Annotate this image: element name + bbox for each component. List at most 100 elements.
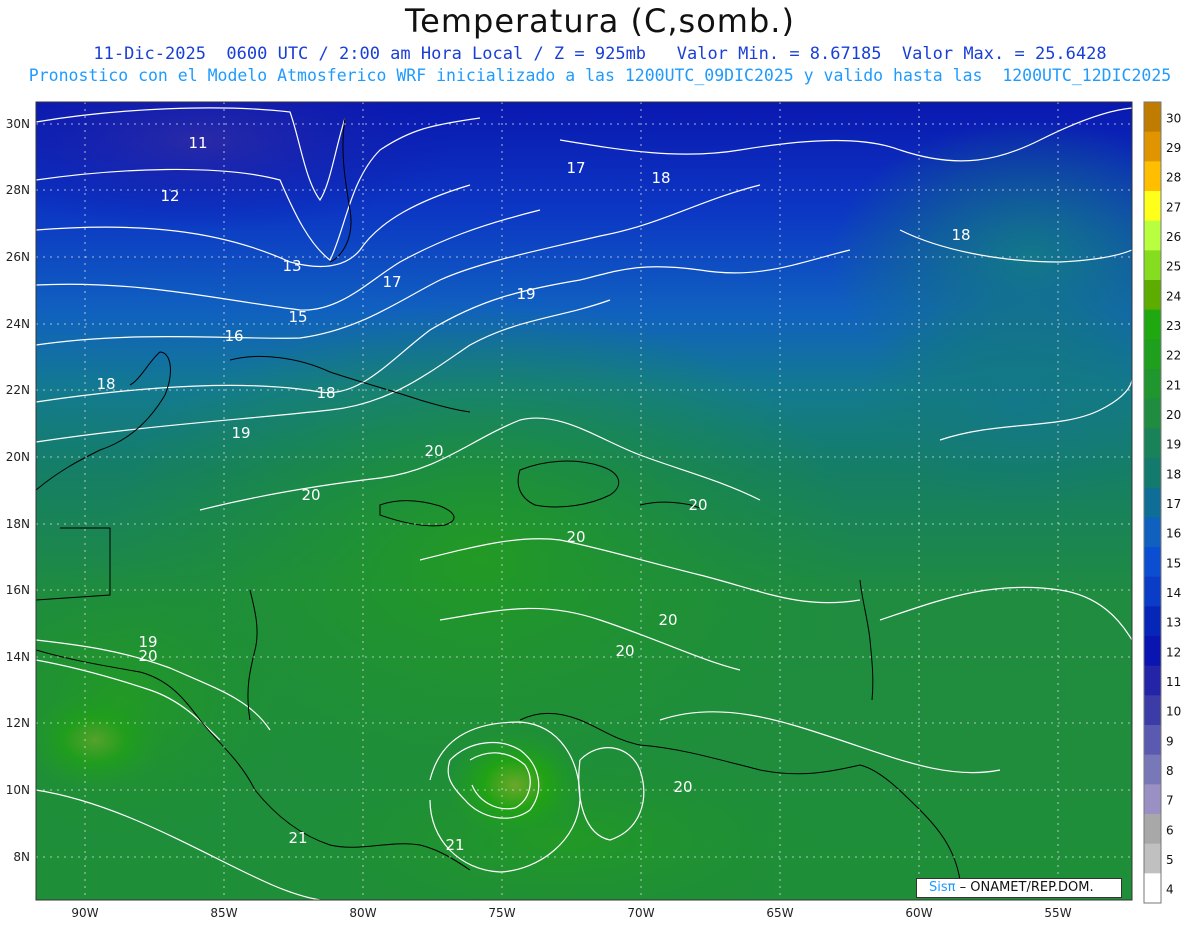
colorbar-swatch — [1144, 131, 1161, 162]
colorbar-label: 27 — [1166, 200, 1181, 214]
credit-box: Sisπ – ONAMET/REP.DOM. — [916, 878, 1122, 898]
contour-label: 20 — [615, 642, 634, 660]
colorbar-label: 13 — [1166, 616, 1181, 630]
colorbar-swatch — [1144, 814, 1161, 845]
contour-label: 18 — [951, 226, 970, 244]
colorbar-label: 21 — [1166, 378, 1181, 392]
colorbar-swatch — [1144, 873, 1161, 904]
lat-label: 30N — [6, 117, 30, 131]
colorbar-label: 10 — [1166, 705, 1181, 719]
colorbar-label: 17 — [1166, 497, 1181, 511]
colorbar-swatch — [1144, 191, 1161, 222]
colorbar-label: 12 — [1166, 645, 1181, 659]
colorbar-swatch — [1144, 843, 1161, 874]
lat-label: 28N — [6, 183, 30, 197]
contour-label: 21 — [288, 829, 307, 847]
lon-label: 70W — [627, 906, 654, 920]
colorbar-label: 20 — [1166, 408, 1181, 422]
lon-label: 90W — [71, 906, 98, 920]
colorbar-label: 5 — [1166, 853, 1174, 867]
contour-label: 20 — [566, 528, 585, 546]
contour-label: 20 — [673, 778, 692, 796]
colorbar-swatch — [1144, 220, 1161, 251]
colorbar-swatch — [1144, 250, 1161, 281]
colorbar-swatch — [1144, 636, 1161, 667]
colorbar-swatch — [1144, 280, 1161, 311]
colorbar-label: 30 — [1166, 111, 1181, 125]
colorbar-label: 15 — [1166, 556, 1181, 570]
colorbar-swatch — [1144, 547, 1161, 578]
contour-label: 17 — [382, 273, 401, 291]
contour-label: 20 — [301, 486, 320, 504]
contour-label: 19 — [516, 285, 535, 303]
latitude-axis: 30N 28N 26N 24N 22N 20N 18N 16N 14N 12N … — [6, 117, 30, 864]
colorbar-label: 14 — [1166, 586, 1181, 600]
lat-label: 20N — [6, 450, 30, 464]
colorbar-label: 28 — [1166, 171, 1181, 185]
lat-label: 16N — [6, 583, 30, 597]
colorbar: 30 29 28 27 26 25 24 23 22 21 20 19 18 17 16 15 14 13 12 11… — [1143, 101, 1181, 904]
colorbar-swatch — [1144, 102, 1161, 133]
colorbar-label: 23 — [1166, 319, 1181, 333]
colorbar-label: 6 — [1166, 823, 1174, 837]
contour-label: 20 — [138, 647, 157, 665]
colorbar-label: 11 — [1166, 675, 1181, 689]
colorbar-swatch — [1144, 161, 1161, 192]
colorbar-swatch — [1144, 309, 1161, 340]
colorbar-swatch — [1144, 517, 1161, 548]
contour-label: 12 — [160, 187, 179, 205]
contour-label: 19 — [231, 424, 250, 442]
colorbar-label: 29 — [1166, 141, 1181, 155]
sispi-logo-text: Sisπ — [929, 880, 956, 895]
colorbar-swatch — [1144, 725, 1161, 756]
map-field — [36, 102, 1132, 900]
lat-label: 8N — [13, 850, 30, 864]
colorbar-label: 19 — [1166, 438, 1181, 452]
lat-label: 22N — [6, 383, 30, 397]
contour-label: 16 — [224, 327, 243, 345]
colorbar-label: 26 — [1166, 230, 1181, 244]
contour-label: 15 — [288, 308, 307, 326]
temperature-map: 30N 28N 26N 24N 22N 20N 18N 16N 14N 12N … — [6, 101, 1181, 920]
colorbar-swatch — [1144, 576, 1161, 607]
lat-label: 10N — [6, 783, 30, 797]
colorbar-label: 7 — [1166, 794, 1174, 808]
contour-label: 18 — [316, 384, 335, 402]
lon-label: 85W — [210, 906, 237, 920]
contour-label: 20 — [658, 611, 677, 629]
colorbar-label: 25 — [1166, 260, 1181, 274]
lat-label: 26N — [6, 250, 30, 264]
colorbar-swatch — [1144, 487, 1161, 518]
contour-label: 18 — [651, 169, 670, 187]
colorbar-swatch — [1144, 754, 1161, 785]
colorbar-swatch — [1144, 398, 1161, 429]
colorbar-swatch — [1144, 458, 1161, 489]
colorbar-swatch — [1144, 369, 1161, 400]
lat-label: 24N — [6, 317, 30, 331]
lon-label: 65W — [766, 906, 793, 920]
contour-label: 20 — [688, 496, 707, 514]
colorbar-label: 8 — [1166, 764, 1174, 778]
colorbar-swatch — [1144, 784, 1161, 815]
credit-text: – ONAMET/REP.DOM. — [955, 880, 1094, 895]
lat-label: 14N — [6, 650, 30, 664]
lon-label: 75W — [488, 906, 515, 920]
contour-label: 11 — [188, 134, 207, 152]
colorbar-label: 4 — [1166, 883, 1174, 897]
contour-label: 20 — [424, 442, 443, 460]
contour-label: 18 — [96, 375, 115, 393]
lon-label: 55W — [1044, 906, 1071, 920]
colorbar-swatch — [1144, 606, 1161, 637]
colorbar-label: 18 — [1166, 467, 1181, 481]
lat-label: 18N — [6, 517, 30, 531]
colorbar-swatch — [1144, 339, 1161, 370]
contour-label: 21 — [445, 836, 464, 854]
contour-label: 17 — [566, 159, 585, 177]
contour-label: 13 — [282, 257, 301, 275]
colorbar-label: 9 — [1166, 734, 1174, 748]
colorbar-label: 22 — [1166, 349, 1181, 363]
colorbar-swatch — [1144, 428, 1161, 459]
longitude-axis: 90W 85W 80W 75W 70W 65W 60W 55W — [71, 906, 1071, 920]
colorbar-label: 24 — [1166, 289, 1181, 303]
lon-label: 80W — [349, 906, 376, 920]
